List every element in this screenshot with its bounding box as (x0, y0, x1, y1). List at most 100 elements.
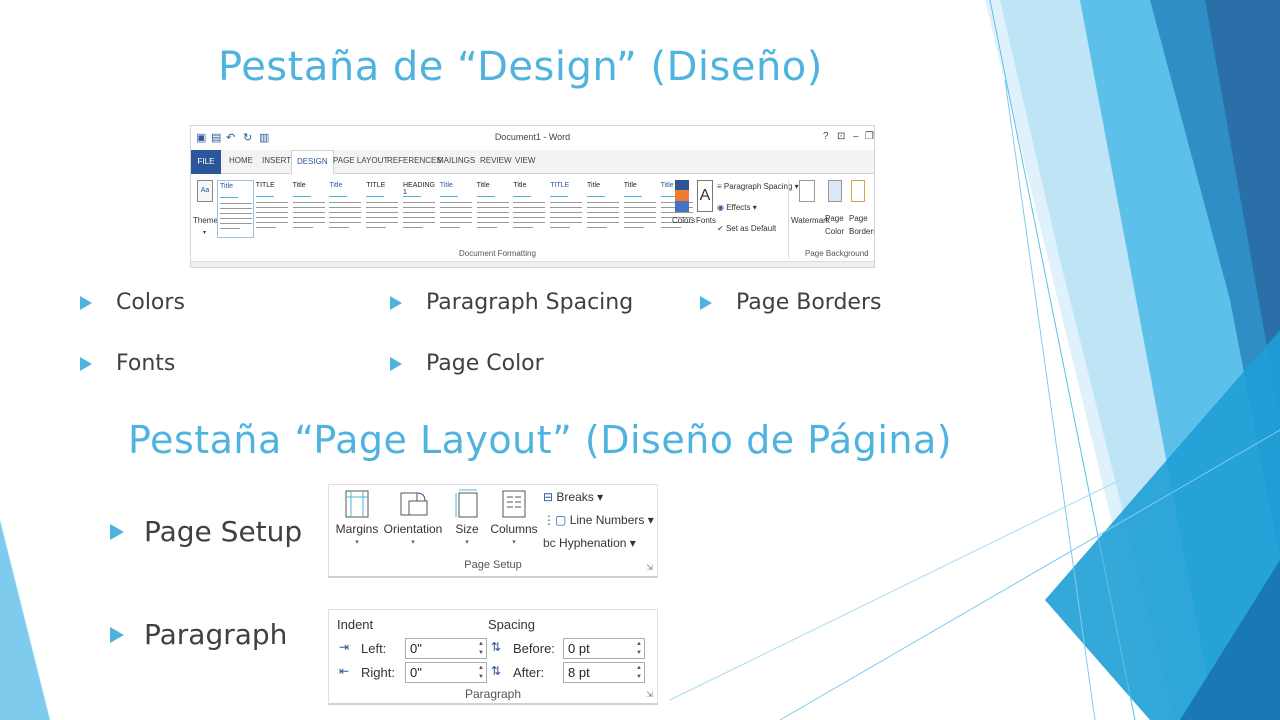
columns-button[interactable]: Columns ▾ (487, 489, 541, 546)
margins-button[interactable]: Margins ▾ (333, 489, 381, 546)
line-numbers-icon: ⋮▢ (543, 513, 567, 527)
hyphenation-label: Hyphenation (559, 536, 627, 550)
breaks-button[interactable]: ⊟ Breaks ▾ (543, 490, 603, 504)
style-set-thumbnail[interactable]: Title (474, 180, 512, 238)
style-set-thumbnail[interactable]: Title (327, 180, 365, 238)
style-set-thumbnail-heading (255, 196, 274, 197)
style-set-thumbnail[interactable]: TITLE (364, 180, 402, 238)
tab-insert[interactable]: INSERT (262, 156, 291, 165)
minimize-icon[interactable]: – (853, 131, 859, 142)
dialog-launcher-icon[interactable]: ⇲ (646, 690, 653, 699)
style-set-thumbnail[interactable]: TITLE (253, 180, 291, 238)
restore-icon[interactable]: ❐ (865, 131, 874, 142)
style-set-thumbnail[interactable]: Title (217, 180, 254, 238)
page-color-button[interactable]: Page Color (825, 212, 849, 238)
style-set-thumbnail-line (439, 212, 472, 213)
style-set-thumbnail[interactable]: Title (585, 180, 622, 238)
indent-heading: Indent (337, 617, 374, 632)
indent-right-input[interactable]: 0" ▲ ▼ (405, 662, 487, 683)
bullet-page-color: Page Color (390, 351, 544, 376)
watermark-icon[interactable] (799, 180, 815, 202)
style-set-thumbnail-line (329, 202, 362, 203)
window-title: Document1 - Word (494, 132, 571, 142)
style-set-thumbnail-line (220, 228, 240, 229)
spacing-after-input[interactable]: 8 pt ▲ ▼ (563, 662, 645, 683)
tab-review[interactable]: REVIEW (480, 156, 512, 165)
ribbon-bottom-edge (191, 261, 874, 267)
spinner-icon[interactable]: ▲ ▼ (478, 664, 484, 682)
ribbon-title-bar: ▣ ▤ ↶ ↻ ▥ Document1 - Word ? ⊡ – ❐ (191, 126, 874, 150)
check-icon: ✔ (717, 224, 724, 233)
fonts-icon[interactable]: A (697, 180, 713, 212)
style-set-thumbnail-line (366, 202, 399, 203)
spinner-icon[interactable]: ▲ ▼ (636, 664, 642, 682)
style-set-thumbnail-line (439, 227, 460, 228)
tab-file[interactable]: FILE (191, 150, 221, 174)
style-set-thumbnail-line (403, 202, 435, 203)
bullet-label: Page Borders (736, 290, 882, 315)
style-set-thumbnail-line (366, 217, 399, 218)
style-set-thumbnail-heading (550, 196, 569, 197)
style-set-thumbnail[interactable]: Title (437, 180, 475, 238)
hyphenation-button[interactable]: bc Hyphenation ▾ (543, 536, 636, 550)
page-borders-icon[interactable] (851, 180, 865, 202)
dialog-launcher-icon[interactable]: ⇲ (646, 563, 653, 572)
style-set-thumbnail-line (660, 227, 681, 228)
effects-icon: ◉ (717, 203, 724, 212)
size-button[interactable]: Size ▾ (451, 489, 483, 546)
line-numbers-button[interactable]: ⋮▢ Line Numbers ▾ (543, 513, 654, 527)
page-color-icon[interactable] (828, 180, 842, 202)
watermark-button[interactable]: Watermark (791, 216, 830, 225)
spinner-icon[interactable]: ▲ ▼ (478, 640, 484, 658)
set-as-default-button[interactable]: ✔ Set as Default (717, 224, 776, 233)
style-set-thumbnail[interactable]: TITLE (548, 180, 586, 238)
bullet-arrow-icon (390, 295, 402, 310)
page-setup-group: Margins ▾ Orientation ▾ Size ▾ Columns ▾ ⊟ B… (328, 484, 658, 578)
spacing-before-input[interactable]: 0 pt ▲ ▼ (563, 638, 645, 659)
style-set-thumbnail-heading (476, 196, 495, 197)
style-set-thumbnail-heading (439, 196, 458, 197)
style-set-thumbnail-line (220, 218, 252, 219)
tab-home[interactable]: HOME (229, 156, 253, 165)
style-set-thumbnail-heading (292, 196, 311, 197)
paragraph-group: Indent Spacing ⇥ Left: 0" ▲ ▼ ⇤ Right: 0" ▲… (328, 609, 658, 705)
spacing-before-label: Before: (513, 641, 555, 656)
ribbon-display-icon[interactable]: ⊡ (837, 131, 845, 142)
style-set-thumbnail-line (255, 227, 276, 228)
tab-mailings[interactable]: MAILINGS (437, 156, 475, 165)
style-set-thumbnail-heading (623, 196, 642, 197)
indent-left-input[interactable]: 0" ▲ ▼ (405, 638, 487, 659)
style-set-thumbnail[interactable]: Title (290, 180, 328, 238)
style-set-thumbnail-title: TITLE (366, 182, 386, 189)
colors-icon[interactable] (675, 180, 689, 212)
tab-view[interactable]: VIEW (515, 156, 535, 165)
chevron-down-icon[interactable]: ▾ (203, 229, 206, 236)
orientation-button[interactable]: Orientation ▾ (381, 489, 445, 546)
effects-button[interactable]: ◉ Effects ▾ (717, 203, 757, 212)
spacing-after-value: 8 pt (568, 665, 590, 680)
bullet-arrow-icon (700, 295, 712, 310)
style-set-thumbnail-title: TITLE (255, 182, 275, 189)
themes-icon[interactable]: Aa (197, 180, 213, 202)
style-set-thumbnail-line (439, 207, 472, 208)
help-icon[interactable]: ? (823, 131, 829, 142)
spinner-icon[interactable]: ▲ ▼ (636, 640, 642, 658)
ribbon-tabs: FILE HOME INSERT DESIGN PAGE LAYOUT REFE… (191, 150, 874, 175)
margins-label: Margins (335, 522, 379, 536)
style-set-thumbnail[interactable]: Title (621, 180, 659, 238)
tab-references[interactable]: REFERENCES (387, 156, 442, 165)
paragraph-spacing-button[interactable]: ≡ Paragraph Spacing ▾ (717, 182, 799, 191)
tab-page-layout[interactable]: PAGE LAYOUT (333, 156, 388, 165)
style-set-thumbnail[interactable]: HEADING 1 (401, 180, 438, 238)
fonts-button[interactable]: Fonts (696, 216, 716, 225)
orientation-icon (400, 492, 428, 516)
style-set-thumbnail[interactable]: Title (511, 180, 549, 238)
colors-button[interactable]: Colors (672, 216, 695, 225)
page-borders-button[interactable]: Page Borders (849, 212, 874, 238)
style-set-thumbnail-title: Title (220, 183, 233, 190)
style-set-thumbnail-line (513, 217, 546, 218)
tab-design[interactable]: DESIGN (291, 150, 334, 175)
group-page-background: Page Background (805, 249, 869, 258)
bullet-arrow-icon (110, 626, 124, 643)
style-set-thumbnail-line (623, 217, 656, 218)
